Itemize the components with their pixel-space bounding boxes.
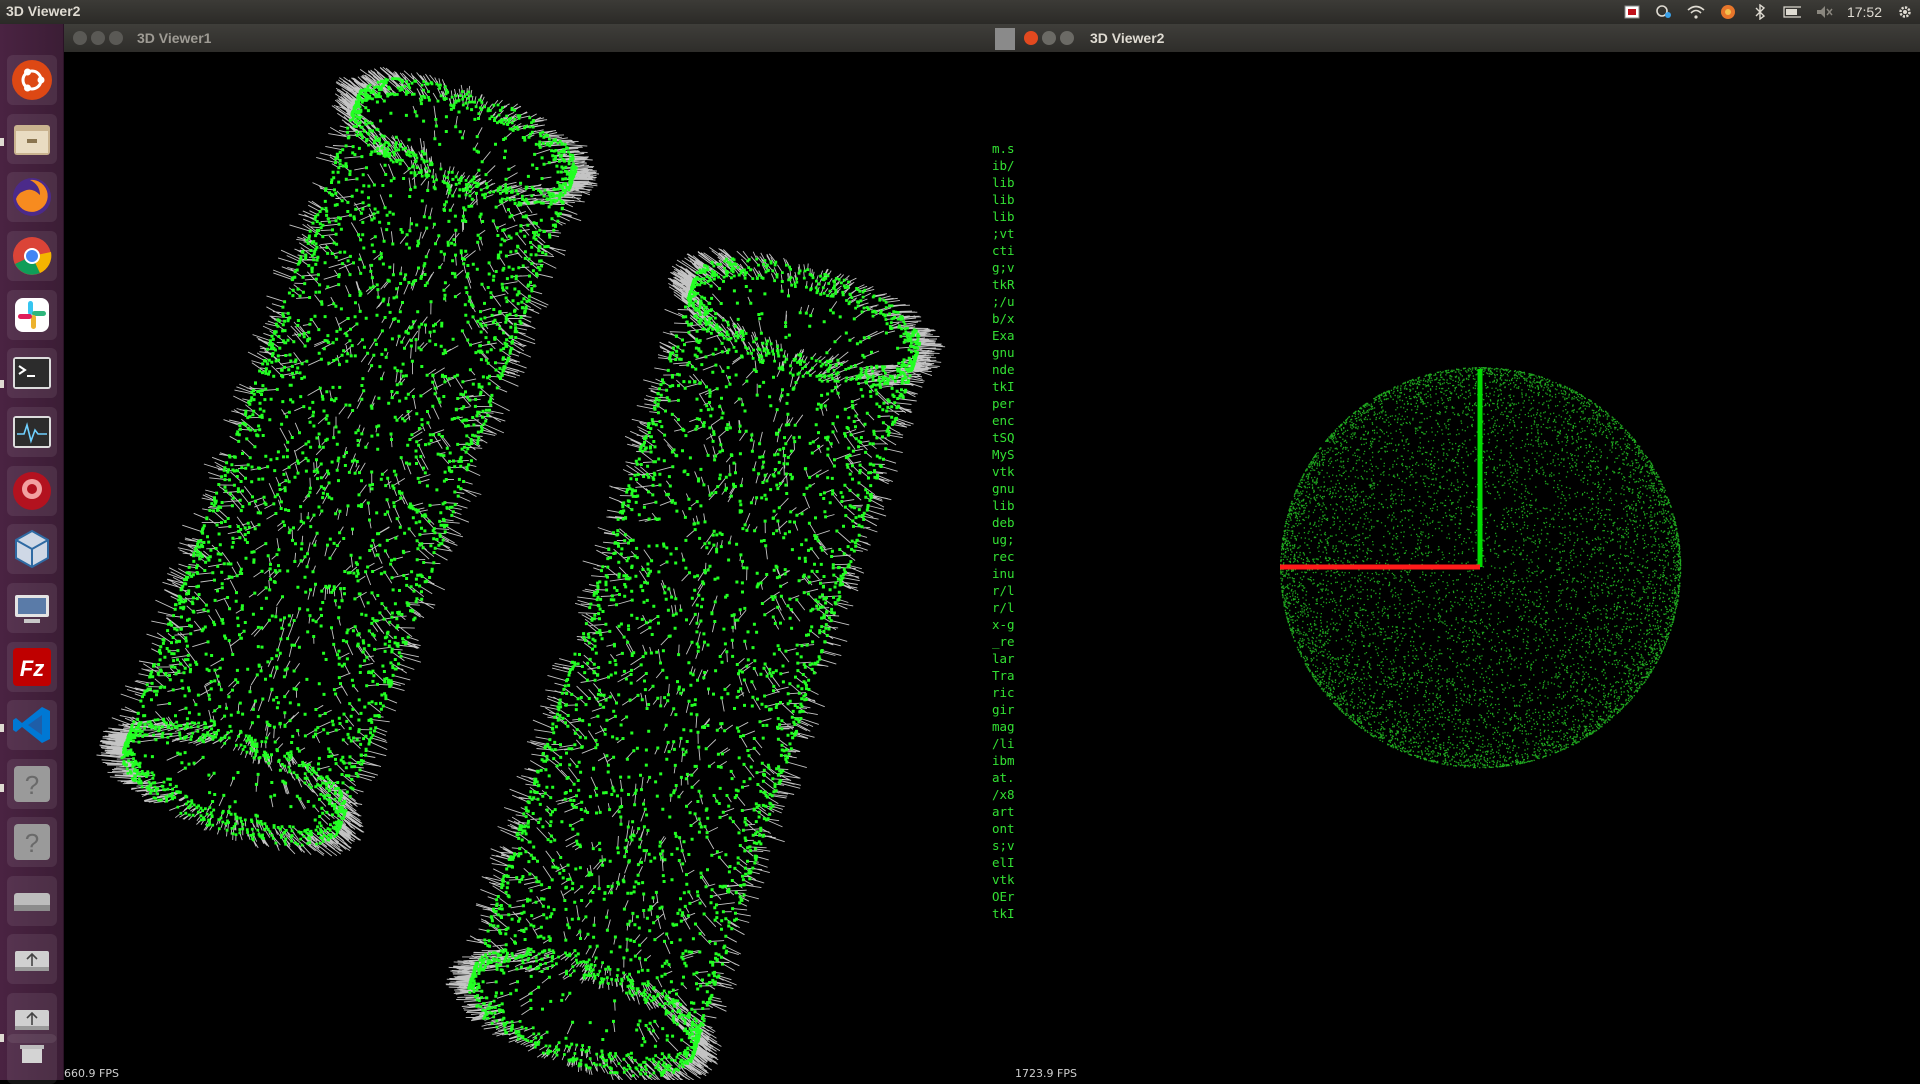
trash-icon-glyph [20, 1045, 44, 1063]
vscode-icon-glyph [13, 707, 50, 743]
running-indicator [0, 1034, 4, 1042]
indicator-area: 17:52 [1623, 0, 1914, 24]
point-cloud-normals-svg [96, 66, 946, 1080]
viewer1-canvas[interactable] [64, 52, 1015, 1080]
ubuntu-dash-icon[interactable] [7, 55, 57, 105]
system-monitor-icon-glyph [13, 416, 51, 448]
maximize-button[interactable] [1060, 31, 1074, 45]
window-title: 3D Viewer2 [1090, 30, 1165, 46]
viewer1-window: 3D Viewer1 660.9 FPS [64, 24, 1015, 1080]
viewer2-titlebar[interactable]: 3D Viewer2 [1015, 24, 1920, 52]
maximize-button[interactable] [109, 31, 123, 45]
fps-counter: 1723.9 FPS [1015, 1067, 1077, 1080]
dropbox-icon[interactable] [1655, 4, 1673, 20]
slack-icon-glyph [15, 298, 49, 332]
chrome-icon[interactable] [7, 231, 57, 281]
slack-icon[interactable] [7, 290, 57, 340]
weather-icon[interactable] [1719, 4, 1737, 20]
virtualbox-icon-glyph [15, 529, 49, 569]
ubuntu-dash-icon-glyph [12, 60, 52, 100]
files-icon-glyph [14, 125, 50, 155]
close-button[interactable] [73, 31, 87, 45]
point-cloud-points [120, 77, 922, 1078]
virtualbox-icon[interactable] [7, 524, 57, 574]
viewer1-titlebar[interactable]: 3D Viewer1 [64, 24, 1015, 52]
launcher: Fz?? [0, 24, 64, 1084]
settings-gear-icon[interactable] [1896, 4, 1914, 20]
viewer2-canvas[interactable] [1015, 52, 1920, 1080]
titlebar-thumb [995, 28, 1015, 50]
trash-icon[interactable] [7, 1034, 57, 1084]
terminal-icon[interactable] [7, 348, 57, 398]
svg-text:Fz: Fz [20, 656, 44, 681]
battery-icon[interactable] [1783, 4, 1801, 20]
minimize-button[interactable] [91, 31, 105, 45]
svg-text:?: ? [25, 770, 39, 800]
volume-muted-icon[interactable] [1815, 4, 1833, 20]
running-indicator [0, 380, 4, 388]
firefox-icon-glyph [13, 178, 51, 216]
remote-desktop-icon-glyph [15, 595, 49, 623]
files-icon[interactable] [7, 114, 57, 164]
running-indicator [0, 138, 4, 146]
screen-recorder-icon[interactable] [7, 466, 57, 516]
filezilla-icon[interactable]: Fz [7, 642, 57, 692]
drive-icon-glyph [14, 893, 50, 911]
minimize-button[interactable] [1042, 31, 1056, 45]
unknown-app-icon[interactable]: ? [7, 817, 57, 867]
running-indicator [0, 784, 4, 792]
usb-drive-icon[interactable] [7, 934, 57, 984]
usb-drive-icon-glyph [15, 951, 49, 971]
svg-text:?: ? [25, 828, 39, 858]
vscode-icon[interactable] [7, 700, 57, 750]
terminal-icon-glyph [13, 357, 51, 389]
surface-normals [96, 66, 946, 1080]
running-indicator [0, 724, 4, 732]
chrome-icon-glyph [13, 237, 52, 275]
remote-desktop-icon[interactable] [7, 583, 57, 633]
bluetooth-icon[interactable] [1751, 4, 1769, 20]
filezilla-icon-glyph: Fz [13, 648, 51, 686]
drive-icon[interactable] [7, 876, 57, 926]
active-app-title: 3D Viewer2 [6, 3, 81, 19]
record-icon[interactable] [1623, 4, 1641, 20]
unknown-app-icon-glyph: ? [14, 824, 50, 860]
fps-counter: 660.9 FPS [64, 1067, 119, 1080]
firefox-icon[interactable] [7, 172, 57, 222]
viewer2-window: 3D Viewer2 1723.9 FPS [1015, 24, 1920, 1080]
window-title: 3D Viewer1 [137, 30, 212, 46]
unknown-app-icon[interactable]: ? [7, 759, 57, 809]
clock[interactable]: 17:52 [1847, 4, 1882, 20]
unknown-app-icon-glyph: ? [14, 766, 50, 802]
sphere-point-cloud-svg [1280, 367, 1682, 769]
close-button[interactable] [1024, 31, 1038, 45]
screen-recorder-icon-glyph [13, 472, 51, 510]
wifi-icon[interactable] [1687, 4, 1705, 20]
top-panel: 3D Viewer2 17:52 [0, 0, 1920, 24]
system-monitor-icon[interactable] [7, 407, 57, 457]
